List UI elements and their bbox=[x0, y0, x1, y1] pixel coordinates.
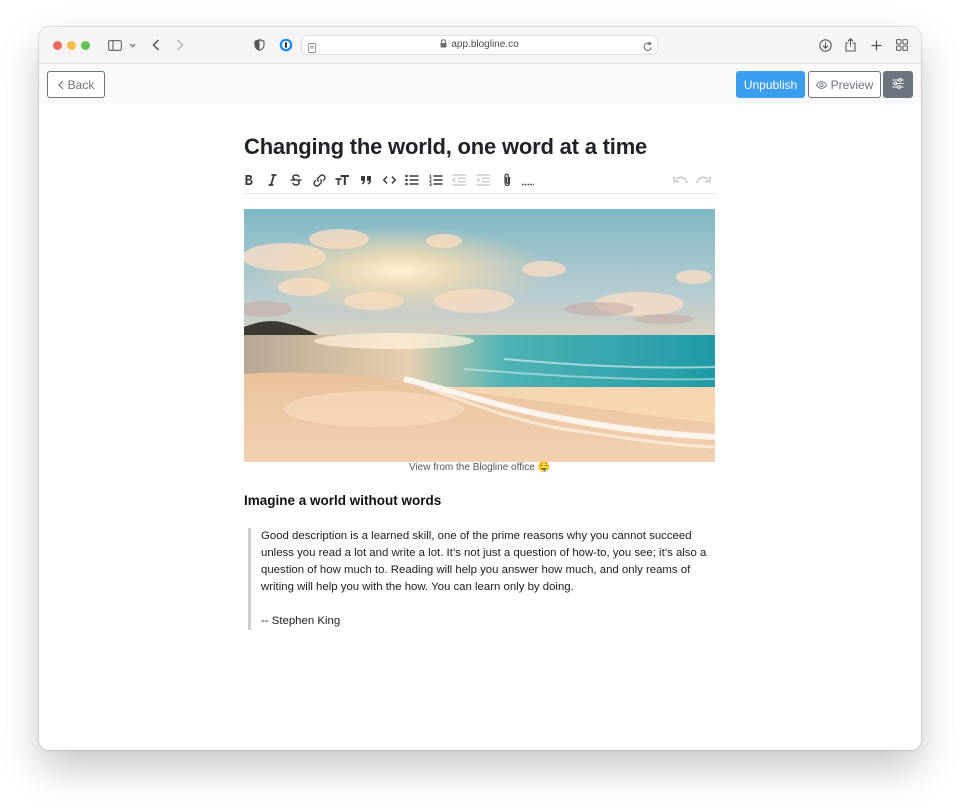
browser-toolbar: app.blogline.co bbox=[39, 27, 921, 64]
code-icon[interactable] bbox=[381, 172, 397, 188]
preview-button-label: Preview bbox=[830, 77, 874, 92]
shield-icon[interactable] bbox=[252, 35, 266, 55]
outdent-icon[interactable] bbox=[451, 172, 467, 188]
numbered-list-icon[interactable]: 123 bbox=[428, 172, 444, 188]
minimize-window-button[interactable] bbox=[67, 41, 76, 50]
image-caption[interactable]: View from the Blogline office 🤤 bbox=[244, 462, 715, 473]
url-text: app.blogline.co bbox=[451, 39, 519, 50]
quote-icon[interactable] bbox=[358, 172, 374, 188]
settings-button[interactable] bbox=[883, 71, 913, 98]
heading-icon[interactable] bbox=[334, 172, 350, 188]
italic-icon[interactable] bbox=[264, 172, 280, 188]
reload-icon[interactable] bbox=[643, 39, 653, 57]
browser-window: app.blogline.co Back Unpublish Preview C… bbox=[39, 27, 921, 750]
link-icon[interactable] bbox=[311, 172, 327, 188]
back-button-label: Back bbox=[67, 77, 95, 92]
post-title[interactable]: Changing the world, one word at a time bbox=[244, 134, 716, 160]
share-icon[interactable] bbox=[842, 35, 858, 55]
back-arrow-icon[interactable] bbox=[149, 35, 163, 55]
tab-overview-icon[interactable] bbox=[894, 35, 910, 55]
undo-icon[interactable] bbox=[672, 172, 688, 188]
lock-icon bbox=[440, 39, 447, 51]
bullet-list-icon[interactable] bbox=[404, 172, 420, 188]
attachment-icon[interactable] bbox=[499, 172, 515, 188]
back-button[interactable]: Back bbox=[47, 71, 105, 98]
preview-button[interactable]: Preview bbox=[808, 71, 881, 98]
horizontal-rule-icon[interactable] bbox=[521, 172, 535, 188]
sidebar-icon[interactable] bbox=[107, 35, 123, 55]
post-hero-image[interactable] bbox=[244, 209, 715, 462]
chevron-left-icon bbox=[57, 80, 64, 90]
quote-paragraph: Good description is a learned skill, one… bbox=[261, 530, 707, 593]
bold-icon[interactable] bbox=[241, 172, 257, 188]
beach-sunset-image bbox=[244, 209, 715, 462]
post-blockquote[interactable]: Good description is a learned skill, one… bbox=[248, 528, 714, 630]
sliders-icon bbox=[892, 77, 904, 92]
editor-header: Back Unpublish Preview bbox=[39, 64, 921, 104]
unpublish-button-label: Unpublish bbox=[743, 77, 798, 92]
eye-icon bbox=[815, 80, 827, 89]
strikethrough-icon[interactable] bbox=[288, 172, 304, 188]
new-tab-icon[interactable] bbox=[869, 35, 883, 55]
svg-text:3: 3 bbox=[429, 182, 432, 186]
formatting-toolbar: 123 bbox=[244, 170, 716, 194]
post-subheading[interactable]: Imagine a world without words bbox=[244, 493, 441, 508]
unpublish-button[interactable]: Unpublish bbox=[736, 71, 805, 98]
close-window-button[interactable] bbox=[53, 41, 62, 50]
chevron-down-icon[interactable] bbox=[127, 35, 137, 55]
download-icon[interactable] bbox=[817, 35, 833, 55]
zoom-window-button[interactable] bbox=[81, 41, 90, 50]
quote-attribution: -- Stephen King bbox=[261, 615, 341, 627]
password-manager-icon[interactable] bbox=[278, 35, 294, 55]
redo-icon[interactable] bbox=[695, 172, 711, 188]
address-bar[interactable]: app.blogline.co bbox=[301, 35, 658, 55]
forward-arrow-icon[interactable] bbox=[173, 35, 187, 55]
indent-icon[interactable] bbox=[475, 172, 491, 188]
